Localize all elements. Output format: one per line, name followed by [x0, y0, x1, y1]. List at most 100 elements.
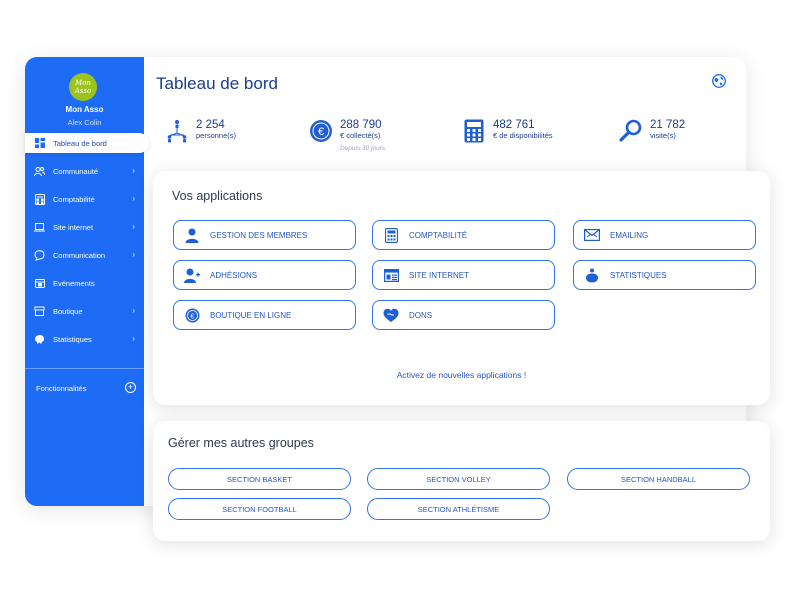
chevron-right-icon: › [132, 222, 135, 231]
chat-icon [34, 249, 45, 261]
sidebar-features[interactable]: Fonctionnalités + [25, 377, 144, 399]
activate-apps-link[interactable]: Activez de nouvelles applications ! [153, 370, 770, 380]
group-football-button[interactable]: SECTION FOOTBALL [168, 498, 351, 520]
sidebar-item-label: Communication [53, 250, 106, 260]
app-donations-button[interactable]: DONS [372, 300, 555, 330]
calculator-icon [34, 193, 45, 205]
logo-text: Mon Asso [74, 79, 92, 95]
app-label: COMPTABILITÉ [409, 230, 468, 240]
stat-text: 2 254 personne(s) [196, 119, 236, 141]
app-memberships-button[interactable]: ADHÉSIONS [173, 260, 356, 290]
sidebar: Mon Asso Mon Asso Alex Colin Tableau de … [25, 57, 149, 506]
heart-hand-icon [383, 307, 399, 323]
group-label: SECTION FOOTBALL [222, 504, 297, 514]
group-handball-button[interactable]: SECTION HANDBALL [567, 468, 750, 490]
sidebar-item-statistics[interactable]: Statistiques › [25, 329, 144, 349]
plus-circle-icon[interactable]: + [125, 382, 136, 393]
app-members-button[interactable]: GESTION DES MEMBRES [173, 220, 356, 250]
org-logo[interactable]: Mon Asso [69, 73, 97, 101]
app-label: EMAILING [610, 230, 649, 240]
piggy-bank-icon [584, 267, 600, 283]
svg-text:€: € [318, 126, 324, 138]
app-accounting-button[interactable]: COMPTABILITÉ [372, 220, 555, 250]
user-name[interactable]: Alex Colin [25, 118, 144, 127]
groups-title: Gérer mes autres groupes [168, 436, 314, 450]
stat-label: € de disponibilités [493, 131, 553, 140]
stat-value: 288 790 [340, 119, 382, 131]
stat-available: 482 761 € de disponibilités [462, 119, 553, 159]
app-emailing-button[interactable]: EMAILING [573, 220, 756, 250]
app-label: GESTION DES MEMBRES [210, 230, 308, 240]
group-label: SECTION HANDBALL [620, 474, 697, 484]
app-statistics-button[interactable]: STATISTIQUES [573, 260, 756, 290]
sidebar-item-communication[interactable]: Communication › [25, 245, 144, 265]
sidebar-item-label: Communauté [53, 166, 99, 176]
calculator-icon [383, 227, 399, 243]
features-label: Fonctionnalités [36, 383, 87, 393]
group-basket-button[interactable]: SECTION BASKET [168, 468, 351, 490]
stage: Mon Asso Mon Asso Alex Colin Tableau de … [0, 0, 800, 598]
stat-label: personne(s) [196, 131, 237, 140]
group-volley-button[interactable]: SECTION VOLLEY [367, 468, 550, 490]
stat-value: 21 782 [650, 119, 686, 131]
stat-visits: 21 782 visite(s) [619, 119, 685, 159]
sidebar-item-label: Comptabilité [53, 194, 95, 204]
sidebar-item-label: Evénements [53, 278, 95, 288]
calendar-icon [34, 278, 45, 289]
sidebar-item-label: Site internet [53, 222, 94, 232]
shop-icon [34, 306, 45, 317]
euro-coin-icon: € [184, 307, 200, 323]
magnifier-icon [619, 119, 643, 143]
euro-coin-icon: € [309, 119, 333, 143]
app-website-button[interactable]: SITE INTERNET [372, 260, 555, 290]
groups-card: Gérer mes autres groupes SECTION BASKET … [153, 421, 770, 541]
stat-text: 21 782 visite(s) [650, 119, 685, 141]
sidebar-item-events[interactable]: Evénements [25, 273, 144, 293]
applications-card: Vos applications GESTION DES MEMBRES COM… [153, 171, 770, 405]
app-label: ADHÉSIONS [210, 270, 258, 280]
globe-icon[interactable] [712, 74, 726, 88]
sidebar-item-dashboard[interactable]: Tableau de bord [25, 133, 149, 153]
sidebar-item-label: Tableau de bord [53, 138, 107, 148]
chevron-right-icon: › [132, 334, 135, 343]
org-name: Mon Asso [65, 105, 104, 114]
chevron-right-icon: › [132, 166, 135, 175]
applications-title: Vos applications [172, 189, 263, 203]
piggy-bank-icon [34, 334, 45, 345]
people-network-icon [165, 119, 189, 143]
stat-sublabel: Depuis 30 jours [340, 145, 386, 152]
stat-collected: € 288 790 € collecté(s) Depuis 30 jours [309, 119, 385, 159]
sidebar-item-label: Boutique [53, 306, 83, 316]
stat-value: 2 254 [196, 119, 225, 131]
app-online-shop-button[interactable]: € BOUTIQUE EN LIGNE [173, 300, 356, 330]
sidebar-item-website[interactable]: Site internet › [25, 217, 144, 237]
chevron-right-icon: › [132, 250, 135, 259]
stat-text: 482 761 € de disponibilités [493, 119, 553, 141]
sidebar-item-shop[interactable]: Boutique › [25, 301, 144, 321]
chevron-right-icon: › [132, 194, 135, 203]
stat-text: 288 790 € collecté(s) Depuis 30 jours [340, 119, 385, 155]
sidebar-item-accounting[interactable]: Comptabilité › [25, 189, 144, 209]
group-label: SECTION BASKET [226, 474, 292, 484]
sidebar-header: Mon Asso Mon Asso Alex Colin [25, 57, 144, 131]
app-label: BOUTIQUE EN LIGNE [210, 310, 292, 320]
sidebar-divider [25, 368, 144, 369]
group-athletics-button[interactable]: SECTION ATHLÉTISME [367, 498, 550, 520]
dashboard-icon [34, 138, 45, 149]
stat-people: 2 254 personne(s) [165, 119, 236, 159]
sidebar-item-community[interactable]: Communauté › [25, 161, 144, 181]
chevron-right-icon: › [132, 306, 135, 315]
calculator-icon [462, 119, 486, 143]
app-label: STATISTIQUES [610, 270, 667, 280]
community-icon [34, 166, 45, 177]
stat-label: visite(s) [650, 131, 676, 140]
envelope-icon [584, 227, 600, 243]
stat-value: 482 761 [493, 119, 535, 131]
app-label: DONS [409, 310, 433, 320]
laptop-icon [34, 222, 45, 233]
sidebar-item-label: Statistiques [53, 334, 92, 344]
stat-label: € collecté(s) [340, 131, 381, 140]
group-label: SECTION VOLLEY [426, 474, 491, 484]
page-title: Tableau de bord [156, 74, 278, 93]
app-label: SITE INTERNET [409, 270, 470, 280]
